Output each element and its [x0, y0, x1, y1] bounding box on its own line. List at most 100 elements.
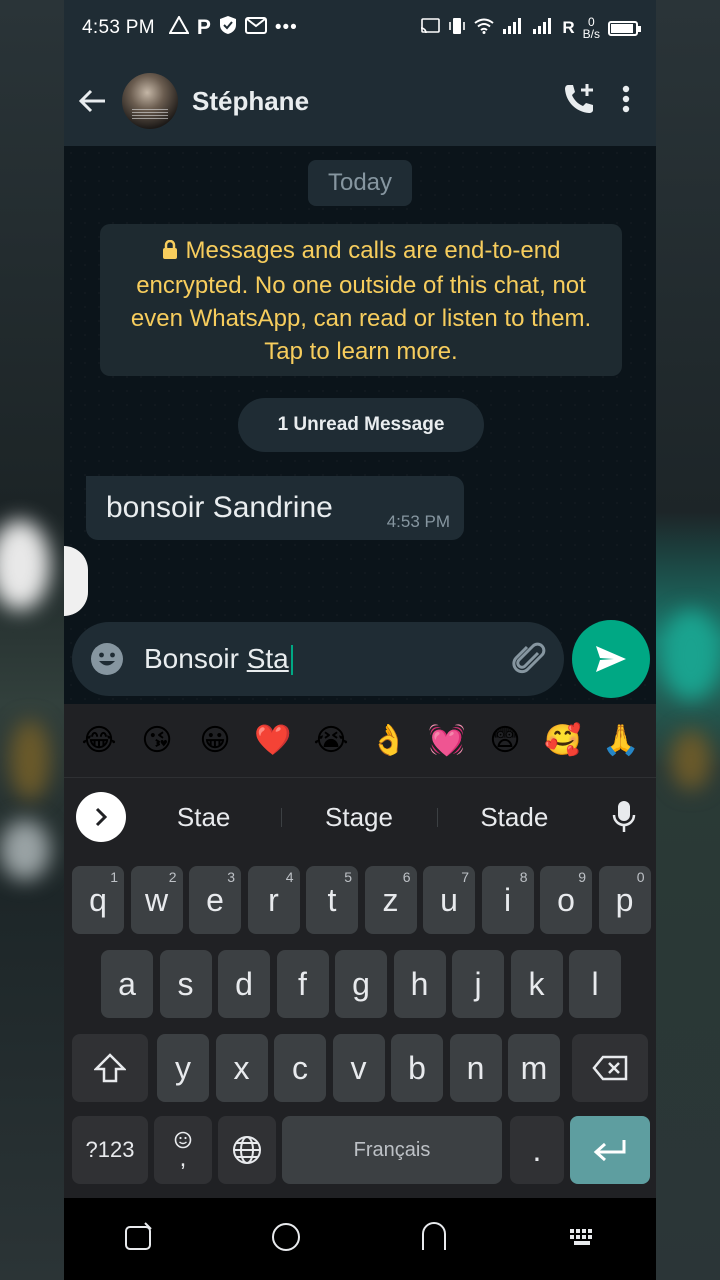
battery-icon [608, 20, 641, 36]
key-v[interactable]: v [332, 1034, 385, 1102]
emoji-suggestion[interactable]: 🙏 [594, 723, 648, 758]
text-cursor [290, 645, 293, 676]
recents-icon [125, 1221, 152, 1250]
backspace-icon [592, 1055, 628, 1081]
home-button[interactable] [271, 1222, 301, 1257]
recents-button[interactable] [123, 1221, 153, 1257]
blurred-background-right [656, 0, 720, 1280]
key-k[interactable]: k [510, 950, 563, 1018]
emoji-suggestion[interactable]: 😂 [72, 723, 126, 758]
smiley-icon [91, 643, 123, 675]
key-y[interactable]: y [157, 1034, 209, 1102]
shift-icon [94, 1053, 126, 1083]
voice-input-button[interactable] [592, 800, 656, 834]
emoji-button[interactable] [72, 622, 142, 696]
message-text: bonsoir Sandrine [106, 491, 333, 524]
back-arch-icon [422, 1221, 446, 1250]
send-icon [596, 646, 626, 672]
emoji-suggestion[interactable]: 💓 [420, 723, 474, 758]
symbols-key[interactable]: ?123 [72, 1116, 148, 1184]
emoji-suggestion[interactable]: 😨 [478, 723, 532, 758]
key-c[interactable]: c [274, 1034, 326, 1102]
key-e[interactable]: e3 [189, 866, 241, 934]
key-a[interactable]: a [101, 950, 153, 1018]
enter-key[interactable] [570, 1116, 650, 1184]
warning-icon [168, 14, 190, 40]
back-nav-button[interactable] [419, 1221, 449, 1257]
key-t[interactable]: t5 [306, 866, 358, 934]
key-f[interactable]: f [276, 950, 329, 1018]
edge-swipe-handle[interactable] [64, 546, 88, 616]
gmail-icon [244, 16, 267, 40]
suggestion-3[interactable]: Stade [436, 802, 592, 833]
key-hint-number: 0 [636, 869, 645, 885]
keyboard-icon [570, 1228, 592, 1245]
key-row-3: yxcvbnm [64, 1034, 656, 1102]
attach-button[interactable] [494, 622, 564, 696]
chat-area[interactable]: Today Messages and calls are end-to-end … [64, 146, 656, 702]
shift-key[interactable] [72, 1034, 148, 1102]
contact-name[interactable]: Stéphane [192, 86, 309, 117]
home-circle-icon [272, 1222, 300, 1251]
suggestion-2[interactable]: Stage [281, 802, 436, 833]
key-label: i [503, 881, 512, 918]
blurred-background-left [0, 0, 64, 1280]
key-x[interactable]: x [215, 1034, 268, 1102]
key-r[interactable]: r4 [247, 866, 300, 934]
contact-avatar[interactable] [122, 73, 178, 129]
expand-suggestions-button[interactable] [76, 792, 126, 842]
key-label: p [615, 881, 634, 918]
roaming-label: R [562, 18, 575, 37]
word-suggestion-row: Stae Stage Stade [64, 778, 656, 856]
unread-divider: 1 Unread Message [238, 398, 484, 452]
paperclip-icon [512, 642, 546, 674]
message-input[interactable]: Bonsoir Sta [142, 643, 494, 676]
key-w[interactable]: w2 [130, 866, 183, 934]
enter-icon [593, 1140, 626, 1162]
emoji-suggestion[interactable]: 👌 [362, 723, 416, 758]
key-z[interactable]: z6 [364, 866, 417, 934]
cast-icon [420, 17, 441, 39]
key-p[interactable]: p0 [598, 866, 651, 934]
emoji-suggestion[interactable]: ❤️ [246, 723, 300, 758]
key-n[interactable]: n [449, 1034, 502, 1102]
date-divider: Today [308, 160, 412, 206]
key-h[interactable]: h [393, 950, 446, 1018]
key-s[interactable]: s [159, 950, 212, 1018]
key-j[interactable]: j [452, 950, 504, 1018]
add-call-button[interactable] [562, 82, 596, 121]
key-d[interactable]: d [218, 950, 270, 1018]
key-i[interactable]: i8 [481, 866, 534, 934]
send-button[interactable] [572, 620, 650, 698]
key-m[interactable]: m [508, 1034, 560, 1102]
space-bar[interactable]: Français [282, 1116, 502, 1184]
soft-keyboard: 😂 😘 😀 ❤️ 😭 👌 💓 😨 🥰 🙏 Stae Stage Stade q1w2e3r4t5z… [64, 704, 656, 1198]
message-bubble-incoming[interactable]: bonsoir Sandrine 4:53 PM [86, 476, 464, 540]
comma-key-label: , [179, 1145, 187, 1172]
status-right-icons: R 0 B/s [420, 16, 641, 40]
emoji-suggestion[interactable]: 🥰 [536, 723, 590, 758]
encryption-notice[interactable]: Messages and calls are end-to-end encryp… [100, 224, 622, 376]
p-icon: P [196, 16, 211, 39]
emoji-suggestion[interactable]: 😭 [304, 723, 358, 758]
comma-key[interactable]: , [154, 1116, 212, 1184]
language-key[interactable] [218, 1116, 276, 1184]
vibrate-icon [448, 17, 466, 40]
kebab-menu-icon [622, 85, 630, 112]
key-l[interactable]: l [569, 950, 621, 1018]
period-key[interactable]: . [510, 1116, 564, 1184]
key-b[interactable]: b [391, 1034, 443, 1102]
backspace-key[interactable] [572, 1034, 648, 1102]
key-g[interactable]: g [335, 950, 387, 1018]
key-u[interactable]: u7 [423, 866, 475, 934]
menu-button[interactable] [622, 85, 630, 118]
emoji-suggestion[interactable]: 😘 [130, 723, 184, 758]
key-hint-number: 9 [578, 869, 586, 885]
back-button[interactable] [64, 56, 122, 146]
key-o[interactable]: o9 [540, 866, 592, 934]
shield-icon [219, 15, 237, 41]
key-q[interactable]: q1 [72, 866, 124, 934]
suggestion-1[interactable]: Stae [126, 802, 281, 833]
keyboard-switch-button[interactable] [567, 1226, 597, 1253]
emoji-suggestion[interactable]: 😀 [188, 723, 242, 758]
